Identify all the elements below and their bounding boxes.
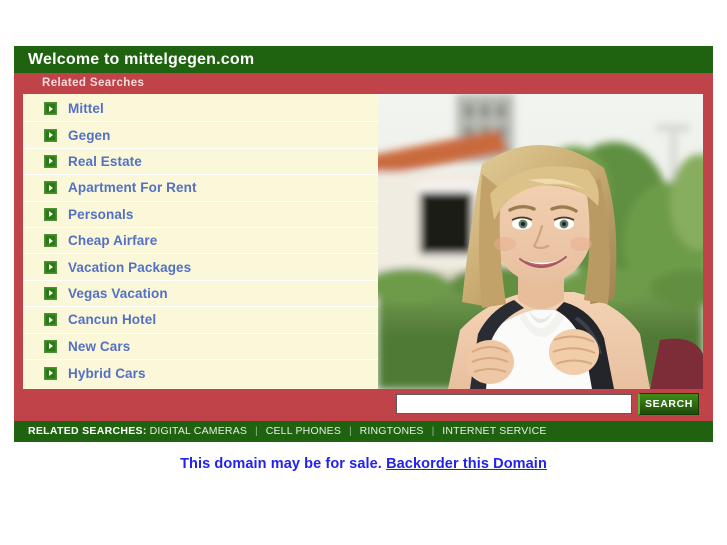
page-title: Welcome to mittelgegen.com: [14, 46, 713, 73]
related-searches-list: Mittel Gegen Real Estate Apartment For R…: [14, 94, 378, 389]
list-item-label: Vacation Packages: [68, 259, 192, 275]
list-item[interactable]: Vacation Packages: [23, 254, 378, 281]
list-item-label: Hybrid Cars: [68, 365, 146, 381]
footer-link-internet-service[interactable]: INTERNET SERVICE: [442, 425, 546, 437]
footer-label: RELATED SEARCHES:: [28, 425, 147, 437]
list-item-label: Mittel: [68, 101, 104, 117]
list-item-label: Cheap Airfare: [68, 233, 158, 249]
chevron-right-icon: [44, 128, 57, 142]
chevron-right-icon: [44, 366, 57, 380]
list-item[interactable]: Cancun Hotel: [23, 307, 378, 334]
chevron-right-icon: [44, 154, 57, 168]
list-item-label: Vegas Vacation: [68, 285, 168, 301]
backorder-domain-link[interactable]: Backorder this Domain: [386, 456, 547, 472]
list-item-label: Real Estate: [68, 153, 142, 169]
list-item[interactable]: New Cars: [23, 333, 378, 360]
search-bar: SEARCH: [14, 389, 713, 421]
sale-notice-text: This domain may be for sale.: [180, 456, 382, 472]
footer-link-cell-phones[interactable]: CELL PHONES: [266, 425, 341, 437]
footer-separator: |: [431, 425, 435, 437]
chevron-right-icon: [44, 339, 57, 353]
list-item[interactable]: Vegas Vacation: [23, 280, 378, 308]
content-area: Mittel Gegen Real Estate Apartment For R…: [14, 94, 713, 389]
list-item[interactable]: Real Estate: [23, 148, 378, 176]
list-item[interactable]: Gegen: [23, 122, 378, 149]
chevron-right-icon: [44, 181, 57, 195]
chevron-right-icon: [44, 286, 57, 300]
chevron-right-icon: [44, 102, 57, 116]
main-panel: Welcome to mittelgegen.com Related Searc…: [14, 46, 713, 442]
footer-link-digital-cameras[interactable]: DIGITAL CAMERAS: [150, 425, 248, 437]
list-item[interactable]: Mittel: [23, 96, 378, 123]
photo-area: [378, 94, 713, 389]
list-item-label: Gegen: [68, 127, 111, 143]
related-searches-heading: Related Searches: [14, 73, 713, 94]
page-root: Welcome to mittelgegen.com Related Searc…: [0, 0, 727, 545]
domain-sale-notice: This domain may be for sale. Backorder t…: [0, 456, 727, 472]
footer-separator: |: [255, 425, 258, 437]
list-item[interactable]: Apartment For Rent: [23, 175, 378, 202]
list-item[interactable]: Cheap Airfare: [23, 227, 378, 255]
list-item-label: Personals: [68, 206, 134, 222]
hero-photo: [378, 94, 703, 389]
footer-related-searches: RELATED SEARCHES: DIGITAL CAMERAS | CELL…: [14, 421, 713, 442]
chevron-right-icon: [44, 313, 57, 327]
list-item[interactable]: Hybrid Cars: [23, 359, 378, 387]
footer-separator: |: [348, 425, 352, 437]
list-item[interactable]: Personals: [23, 201, 378, 228]
list-item-label: Apartment For Rent: [68, 180, 197, 196]
search-input[interactable]: [396, 394, 632, 414]
chevron-right-icon: [44, 234, 57, 248]
search-button[interactable]: SEARCH: [638, 393, 699, 415]
list-item-label: Cancun Hotel: [68, 312, 157, 328]
footer-link-ringtones[interactable]: RINGTONES: [360, 425, 424, 437]
list-item-label: New Cars: [68, 338, 131, 354]
chevron-right-icon: [44, 207, 57, 221]
chevron-right-icon: [44, 260, 57, 274]
